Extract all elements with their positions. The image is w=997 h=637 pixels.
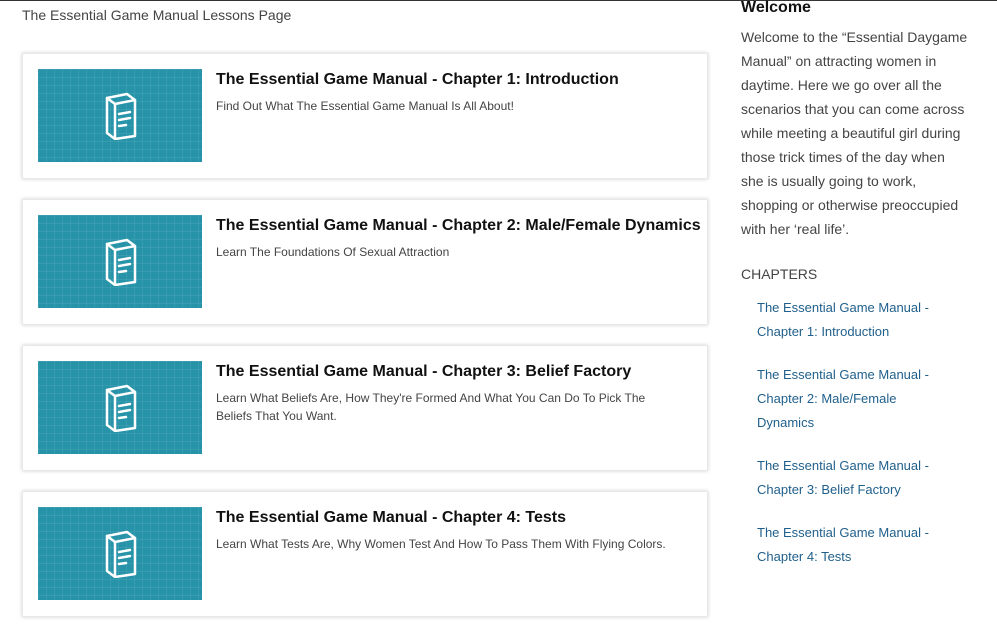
- lesson-thumbnail[interactable]: [38, 507, 202, 600]
- chapters-heading: CHAPTERS: [741, 266, 818, 282]
- lesson-card[interactable]: The Essential Game Manual - Chapter 4: T…: [22, 491, 708, 617]
- book-icon: [105, 92, 137, 140]
- sidebar: Welcome Welcome to the “Essential Daygam…: [741, 0, 971, 588]
- welcome-title: Welcome: [741, 0, 811, 16]
- lesson-list: The Essential Game Manual - Chapter 1: I…: [22, 53, 708, 637]
- chapter-link-2[interactable]: The Essential Game Manual - Chapter 2: M…: [757, 363, 947, 435]
- lesson-card[interactable]: The Essential Game Manual - Chapter 2: M…: [22, 199, 708, 325]
- lesson-description: Learn What Tests Are, Why Women Test And…: [216, 537, 666, 551]
- lesson-title[interactable]: The Essential Game Manual - Chapter 1: I…: [216, 71, 697, 89]
- lesson-description: Find Out What The Essential Game Manual …: [216, 99, 514, 113]
- chapter-link-4[interactable]: The Essential Game Manual - Chapter 4: T…: [757, 521, 947, 569]
- lesson-card[interactable]: The Essential Game Manual - Chapter 3: B…: [22, 345, 708, 471]
- lesson-thumbnail[interactable]: [38, 215, 202, 308]
- lesson-description: Learn What Beliefs Are, How They're Form…: [216, 391, 646, 423]
- book-icon: [105, 384, 137, 432]
- lesson-thumbnail[interactable]: [38, 69, 202, 162]
- lesson-title[interactable]: The Essential Game Manual - Chapter 3: B…: [216, 363, 697, 381]
- lesson-title[interactable]: The Essential Game Manual - Chapter 2: M…: [216, 217, 701, 235]
- welcome-text: Welcome to the “Essential Daygame Manual…: [741, 29, 968, 237]
- chapter-link-1[interactable]: The Essential Game Manual - Chapter 1: I…: [757, 296, 947, 344]
- lesson-thumbnail[interactable]: [38, 361, 202, 454]
- chapter-link-list: The Essential Game Manual - Chapter 1: I…: [741, 296, 971, 569]
- lesson-card[interactable]: The Essential Game Manual - Chapter 1: I…: [22, 53, 708, 179]
- lesson-description: Learn The Foundations Of Sexual Attracti…: [216, 245, 450, 259]
- lesson-title[interactable]: The Essential Game Manual - Chapter 4: T…: [216, 509, 697, 527]
- book-icon: [105, 238, 137, 286]
- book-icon: [105, 530, 137, 578]
- page-title: The Essential Game Manual Lessons Page: [22, 7, 292, 23]
- chapter-link-3[interactable]: The Essential Game Manual - Chapter 3: B…: [757, 454, 947, 502]
